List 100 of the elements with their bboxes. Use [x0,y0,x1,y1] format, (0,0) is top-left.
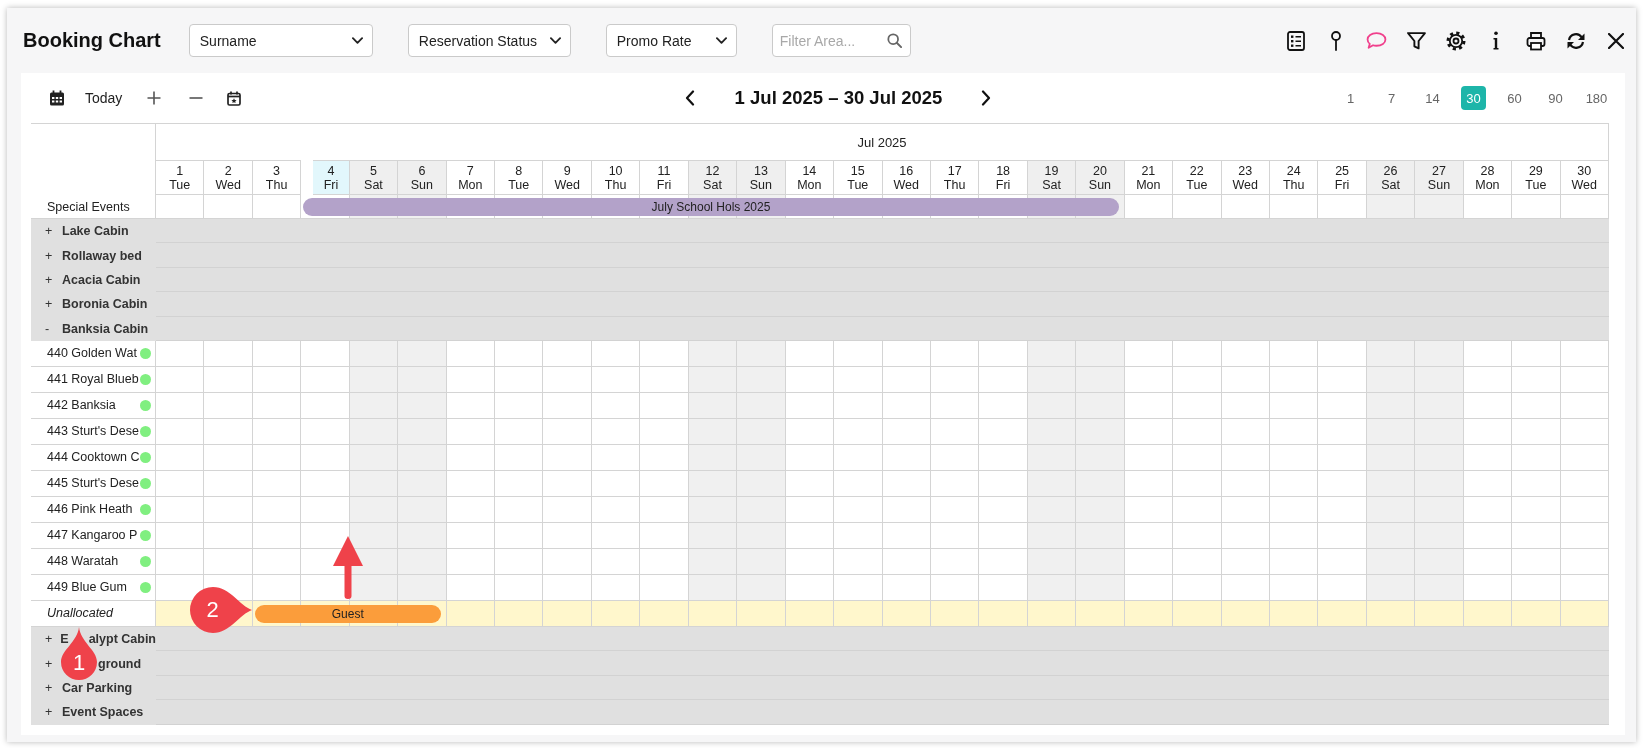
room-name: 440 Golden Wat [47,346,137,361]
calendar-cell [640,366,689,393]
day-header: 26 Sat [1366,160,1416,195]
filter-field[interactable]: Filter Area... [771,24,911,57]
calendar-cell [1076,522,1125,549]
group-toggle[interactable]: + [45,297,62,312]
group-label: Event Spaces [62,705,144,720]
dropdown[interactable]: Promo Rate [605,24,737,57]
group-label: Boronia Cabin [62,297,148,312]
calendar-cell [1415,470,1464,497]
group-label: Acacia Cabin [62,272,141,287]
group-toggle[interactable]: + [45,656,62,671]
funnel-icon[interactable] [1406,31,1426,50]
calendar-cell [398,418,447,445]
calendar-cell [398,522,447,549]
date-range-title: 1 Jul 2025 – 30 Jul 2025 [734,87,943,109]
printer-icon[interactable] [1526,30,1546,51]
calendar-cell [737,574,786,601]
refresh-icon[interactable] [1566,30,1586,51]
group-label: Car Parking [62,680,133,695]
calendar-cell [1076,392,1125,419]
day-header: 27 Sun [1415,160,1464,195]
chevron-left-icon[interactable] [684,90,695,106]
calendar-cell [1076,444,1125,471]
calendar-cell [398,496,447,523]
group-toggle[interactable]: + [45,632,61,647]
group-toggle[interactable]: + [45,705,62,720]
calendar-cell [737,444,786,471]
chevron-down-icon [715,37,727,44]
calendar-cell [979,444,1028,471]
dropdown[interactable]: Surname [188,24,373,57]
calendar-cell [1173,470,1222,497]
calendar-cell [640,548,689,575]
speech-bubble-icon[interactable] [1365,32,1387,49]
chevron-right-icon[interactable] [981,90,992,106]
calendar-cell [1076,418,1125,445]
group-toggle[interactable]: + [45,248,62,263]
event-bar[interactable]: July School Hols 2025 [303,198,1119,216]
day-header: 2 Wed [204,160,253,195]
zoom-option[interactable]: 7 [1379,86,1404,110]
zoom-option[interactable]: 180 [1584,86,1609,110]
day-header: 21 Mon [1124,160,1174,195]
group-toggle[interactable]: + [45,224,62,239]
calendar-cell [1318,470,1367,497]
room-name: 443 Sturt's Dese [47,424,140,439]
calendar-cell [301,470,350,497]
plus-icon[interactable] [147,91,162,105]
calendar-cell [543,366,592,393]
step-marker: 2 [190,587,252,633]
day-header: 23 Wed [1221,160,1270,195]
day-header: 13 Sun [737,160,786,195]
calendar-icon[interactable] [49,90,65,106]
calendar-cell [1318,418,1367,445]
calendar-cell [204,470,253,497]
calendar-cell [979,574,1028,601]
unallocated-label: Unallocated [47,606,113,621]
calendar-cell [398,444,447,471]
info-icon[interactable] [1491,31,1501,50]
calendar-cell [1512,574,1561,601]
group-toggle[interactable]: + [45,680,62,695]
zoom-option[interactable]: 60 [1502,86,1527,110]
calendar-cell [301,366,350,393]
calendar-cell [1512,366,1561,393]
room-name: 446 Pink Heath [47,502,133,517]
calendar-cell [1173,496,1222,523]
calendar-cell [640,470,689,497]
today-button[interactable]: Today [77,86,131,110]
minus-icon[interactable] [189,97,204,99]
room-name: 442 Banksia [47,398,116,413]
day-header: 22 Tue [1173,160,1222,195]
group-toggle[interactable]: + [45,272,62,287]
calendar-cell [543,496,592,523]
calendar-cell [1318,392,1367,419]
dropdown[interactable]: Reservation Status [407,24,571,57]
calendar-cell [1512,548,1561,575]
checklist-icon[interactable] [1286,30,1306,51]
pin-icon[interactable] [1330,30,1342,51]
calendar-cell [1173,418,1222,445]
calendar-cell [834,496,883,523]
group-toggle[interactable]: - [45,321,62,336]
day-header: 14 Mon [785,160,835,195]
calendar-cell [1076,574,1125,601]
settings-icon[interactable] [1446,30,1466,51]
day-header: 8 Tue [495,160,544,195]
group-label: Rollaway bed [62,248,142,263]
zoom-option[interactable]: 14 [1420,86,1445,110]
calendar-cell [204,392,253,419]
day-header: 17 Thu [930,160,980,195]
calendar-cell [640,522,689,549]
zoom-option[interactable]: 90 [1543,86,1568,110]
calendar-cell [640,574,689,601]
calendar-cell [1076,470,1125,497]
zoom-option[interactable]: 1 [1338,86,1363,110]
search-icon[interactable] [886,33,902,48]
calendar-cell [1076,366,1125,393]
calendar-cell [543,548,592,575]
calendar-cell [834,470,883,497]
calendar-cell [979,548,1028,575]
calendar-cell [495,574,544,601]
close-icon[interactable] [1608,32,1624,49]
